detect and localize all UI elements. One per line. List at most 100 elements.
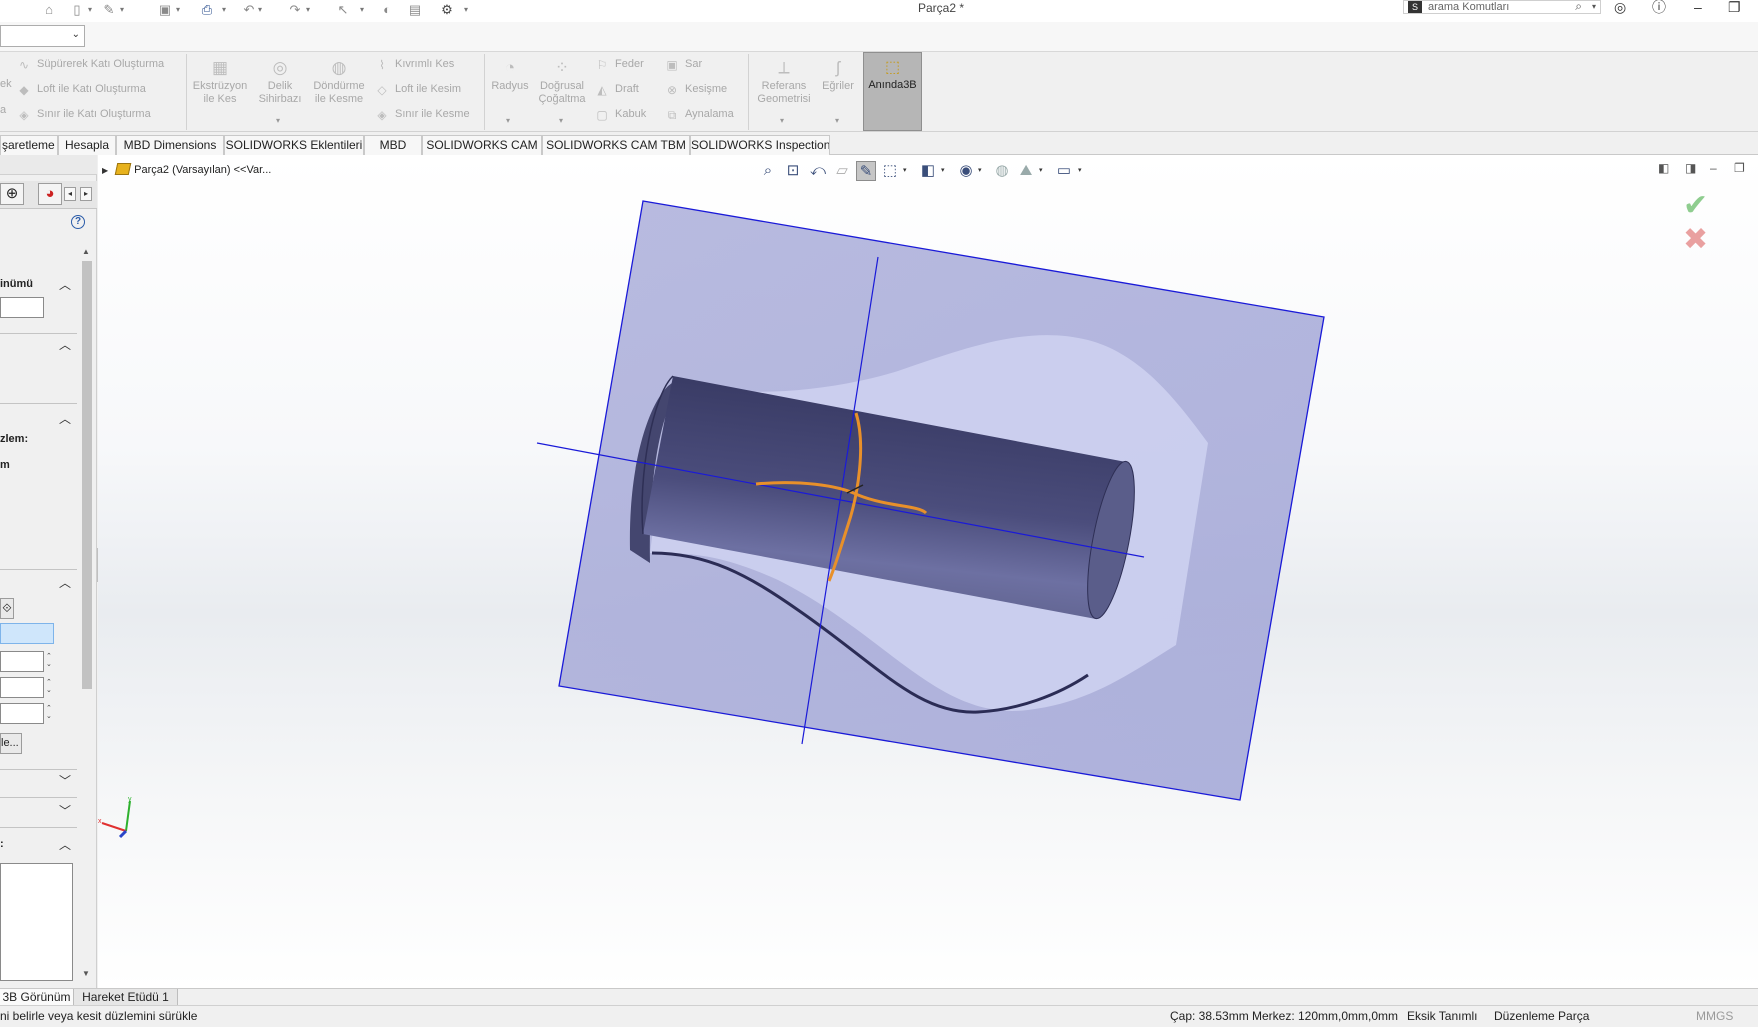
chevron-down-icon[interactable]: ▾	[120, 2, 124, 18]
restore-button[interactable]: ❐	[1728, 0, 1741, 14]
options-button[interactable]: le...	[0, 733, 22, 754]
home-icon[interactable]: ⌂	[40, 2, 58, 18]
tab-solidworks-addins[interactable]: SOLIDWORKS Eklentileri	[224, 135, 364, 155]
chevron-down-icon[interactable]: ▾	[464, 2, 468, 18]
collapse-icon[interactable]: ︿	[59, 839, 71, 851]
y-axis-arrow	[125, 800, 131, 832]
feature-manager-icon[interactable]: ⊕	[0, 183, 24, 205]
chevron-down-icon[interactable]: ▾	[360, 2, 364, 18]
print-icon[interactable]: ⎙	[198, 2, 216, 18]
redo-icon[interactable]: ↷	[286, 2, 304, 18]
shell-button[interactable]: ▢ Kabuk	[594, 106, 646, 122]
spinner-icon[interactable]: ⌃ ⌄	[46, 679, 52, 695]
boundary-boss-label: Sınır ile Katı Oluşturma	[37, 108, 151, 120]
search-icon[interactable]: ⌕	[1575, 0, 1582, 12]
section-marker: :	[0, 838, 4, 850]
tab-3d-view[interactable]: 3B Görünüm	[0, 989, 74, 1006]
value-input-3[interactable]	[0, 703, 44, 724]
extruded-cut-button[interactable]: ▦ Ekstrüzyon ile Kes	[190, 58, 250, 106]
tab-solidworks-cam[interactable]: SOLIDWORKS CAM	[422, 135, 542, 155]
expand-icon[interactable]: ﹀	[59, 805, 71, 817]
chevron-down-icon[interactable]: ▾	[276, 116, 280, 125]
open-icon[interactable]: ✎	[100, 2, 118, 18]
save-icon[interactable]: ▣	[156, 2, 174, 18]
tab-evaluate[interactable]: Hesapla	[58, 135, 116, 155]
help-icon[interactable]: ⓘ	[1652, 0, 1666, 14]
tab-solidworks-cam-tbm[interactable]: SOLIDWORKS CAM TBM	[542, 135, 690, 155]
expand-icon[interactable]: ﹀	[59, 775, 71, 787]
undo-icon[interactable]: ↶	[240, 2, 258, 18]
chevron-down-icon[interactable]: ▾	[780, 116, 784, 125]
collapse-icon[interactable]: ︿	[59, 577, 71, 589]
new-document-icon[interactable]: ▯	[68, 2, 86, 18]
selection-list[interactable]	[0, 863, 73, 981]
sketch-icon[interactable]: ⟐	[0, 598, 14, 619]
tab-motion-study[interactable]: Hareket Etüdü 1	[74, 989, 178, 1006]
draft-button[interactable]: ◭ Draft	[594, 81, 639, 97]
linear-pattern-button[interactable]: ⁘ Doğrusal Çoğaltma	[534, 58, 590, 106]
collapse-icon[interactable]: ︿	[59, 413, 71, 425]
collapse-icon[interactable]: ︿	[59, 339, 71, 351]
command-search-input[interactable]: S arama Komutları ⌕ ▾	[1403, 0, 1601, 14]
user-icon[interactable]: ◎	[1614, 0, 1626, 14]
chevron-down-icon[interactable]: ▾	[306, 2, 310, 18]
spinner-icon[interactable]: ⌃ ⌄	[46, 705, 52, 721]
value-input-2[interactable]	[0, 677, 44, 698]
scroll-down-icon[interactable]: ▼	[82, 969, 90, 978]
status-units[interactable]: MMGS	[1696, 1009, 1733, 1023]
hole-wizard-button[interactable]: ◎ Delik Sihirbazı	[250, 58, 310, 106]
boundary-cut-button[interactable]: ◈ Sınır ile Kesme	[374, 106, 469, 122]
section-input[interactable]	[0, 297, 44, 318]
scroll-up-icon[interactable]: ▲	[82, 247, 90, 256]
tab-scroll-right-icon[interactable]: ▸	[80, 187, 92, 201]
chevron-down-icon[interactable]: ▾	[506, 116, 510, 125]
intersect-button[interactable]: ⊗ Kesişme	[664, 81, 727, 97]
chevron-down-icon[interactable]: ▾	[258, 2, 262, 18]
tab-mbd[interactable]: MBD	[364, 135, 422, 155]
appearance-manager-icon[interactable]: ◕	[38, 183, 62, 205]
chevron-down-icon[interactable]: ▾	[88, 2, 92, 18]
chevron-down-icon[interactable]: ▾	[1592, 1, 1596, 13]
ribbon: ek a ∿ Süpürerek Katı Oluşturma ◆ Loft ile…	[0, 52, 1758, 132]
scrollbar-thumb[interactable]	[82, 261, 92, 689]
reference-geometry-button[interactable]: ⟂ Referans Geometrisi	[752, 58, 816, 106]
collapse-icon[interactable]: ︿	[59, 279, 71, 291]
curves-button[interactable]: ʃ Eğriler	[816, 58, 860, 93]
spinner-icon[interactable]: ⌃ ⌄	[46, 653, 52, 669]
help-icon[interactable]: ?	[71, 215, 85, 229]
chevron-down-icon[interactable]: ▾	[559, 116, 563, 125]
fillet-button[interactable]: ◔ Radyus	[488, 58, 532, 93]
rebuild-icon[interactable]: ◐	[378, 2, 396, 18]
document-title: Parça2 *	[918, 1, 965, 15]
lofted-boss-button[interactable]: ◆ Loft ile Katı Oluşturma	[16, 81, 145, 97]
file-properties-icon[interactable]: ▤	[406, 2, 424, 18]
swept-cut-button[interactable]: ⌇ Kıvrımlı Kes	[374, 56, 454, 72]
draft-label: Draft	[615, 83, 639, 95]
selection-box[interactable]	[0, 623, 54, 644]
rib-button[interactable]: ⚐ Feder	[594, 56, 644, 72]
chevron-down-icon[interactable]: ▾	[222, 2, 226, 18]
tab-mbd-dimensions[interactable]: MBD Dimensions	[116, 135, 224, 155]
chevron-down-icon[interactable]: ▾	[176, 2, 180, 18]
value-input-1[interactable]	[0, 651, 44, 672]
tab-scroll-left-icon[interactable]: ◂	[64, 187, 76, 201]
revolved-cut-button[interactable]: ◍ Döndürme ile Kesme	[308, 58, 370, 106]
graphics-area[interactable]: ▶ Parça2 (Varsayılan) <<Var... ⌕ ⊡ ⤺ ▱ ✎ …	[98, 155, 1758, 988]
gear-icon[interactable]: ⚙	[438, 2, 456, 18]
tab-markup[interactable]: şaretleme	[0, 135, 58, 155]
wrap-button[interactable]: ▣ Sar	[664, 56, 702, 72]
swept-boss-button[interactable]: ∿ Süpürerek Katı Oluşturma	[16, 56, 164, 72]
configuration-dropdown[interactable]: ⌄	[0, 25, 85, 47]
select-icon[interactable]: ↖	[334, 2, 352, 18]
panel-scrollbar[interactable]: ▲ ▼	[80, 247, 94, 982]
swept-boss-label: Süpürerek Katı Oluşturma	[37, 58, 165, 70]
instant3d-button[interactable]: ⬚ Anında3B	[863, 52, 922, 131]
mirror-button[interactable]: ⧉ Aynalama	[664, 106, 734, 122]
boundary-boss-button[interactable]: ◈ Sınır ile Katı Oluşturma	[16, 106, 151, 122]
minimize-button[interactable]: –	[1694, 0, 1702, 14]
status-hint: ni belirle veya kesit düzlemini sürükle	[0, 1009, 198, 1023]
tab-solidworks-inspection[interactable]: SOLIDWORKS Inspection	[690, 135, 830, 155]
lofted-cut-button[interactable]: ◇ Loft ile Kesim	[374, 81, 461, 97]
chevron-down-icon[interactable]: ▾	[835, 116, 839, 125]
rib-label: Feder	[615, 58, 644, 70]
